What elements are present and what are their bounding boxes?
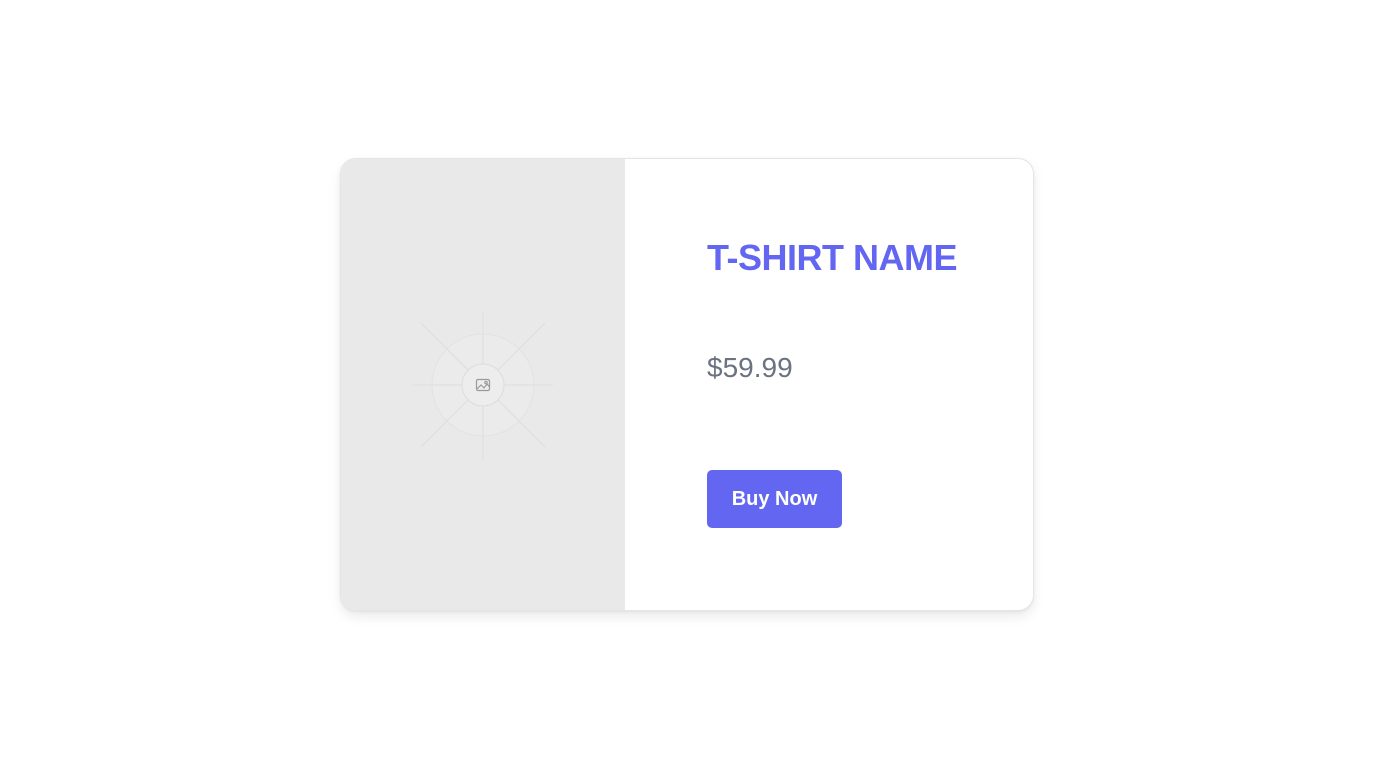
- image-placeholder-graphic: [413, 311, 553, 459]
- product-card: T-SHIRT NAME $59.99 Buy Now: [340, 158, 1034, 611]
- page: T-SHIRT NAME $59.99 Buy Now: [0, 0, 1376, 768]
- product-title: T-SHIRT NAME: [707, 237, 958, 278]
- buy-now-button[interactable]: Buy Now: [707, 470, 842, 528]
- product-image-placeholder: [341, 159, 625, 610]
- product-price: $59.99: [707, 352, 793, 383]
- product-info: T-SHIRT NAME $59.99 Buy Now: [625, 159, 1033, 610]
